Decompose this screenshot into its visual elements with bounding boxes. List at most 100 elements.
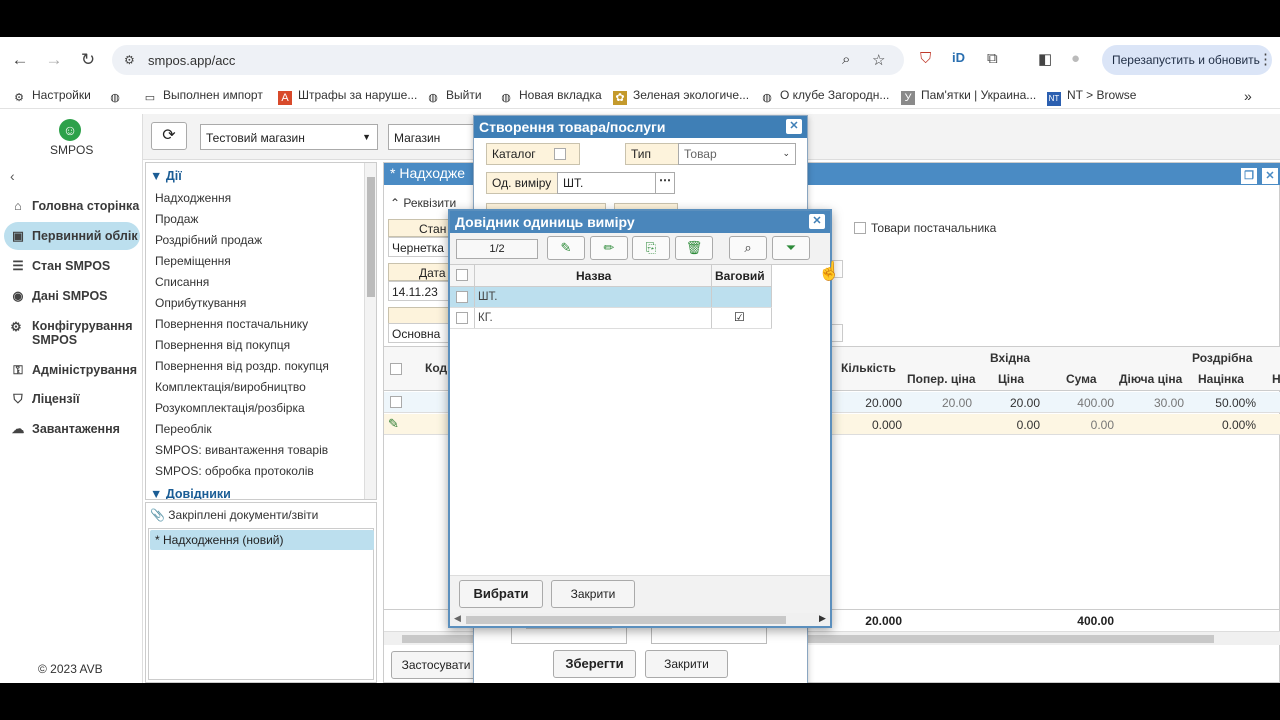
action-item[interactable]: Повернення від роздр. покупця [155, 359, 329, 373]
site-settings-icon[interactable]: ⚙ [124, 53, 135, 67]
close-icon[interactable]: ✕ [1262, 168, 1278, 184]
col-current-price[interactable]: Діюча ціна [1119, 372, 1182, 386]
bookmarks-overflow-icon[interactable]: » [1244, 88, 1252, 104]
zoom-icon[interactable]: ⌕ [842, 51, 850, 68]
select-all-checkbox[interactable] [456, 269, 468, 281]
actions-header[interactable]: ▼ Дії [150, 169, 182, 183]
search-icon[interactable]: ⌕ [729, 236, 767, 260]
requisites-toggle[interactable]: ⌃ Реквізити [390, 196, 456, 210]
unit-value[interactable]: ШТ. [557, 172, 657, 194]
bookmark-star-icon[interactable]: ☆ [872, 51, 885, 69]
action-item[interactable]: Переміщення [155, 254, 231, 268]
col-weighted[interactable]: Ваговий [715, 269, 765, 283]
nav-state[interactable]: ☰ Стан SMPOS [4, 252, 140, 280]
bookmark-import[interactable]: ▭ Выполнен импорт [143, 88, 263, 105]
scroll-thumb[interactable] [466, 616, 786, 624]
back-icon[interactable]: ← [10, 50, 30, 70]
col-name[interactable]: Назва [576, 269, 611, 283]
address-bar[interactable]: ⚙ smpos.app/acc ⌕ ☆ [112, 45, 904, 75]
actions-scrollbar[interactable] [364, 163, 376, 499]
extensions-puzzle-icon[interactable]: ⧉ [987, 50, 998, 67]
edit-icon[interactable]: ✏ [590, 236, 628, 260]
bookmark-new-tab[interactable]: ◍ Новая вкладка [499, 88, 602, 105]
close-icon[interactable]: ✕ [809, 214, 825, 229]
bookmark-nt[interactable]: NT NT > Browse [1047, 88, 1136, 106]
store-field[interactable]: Магазин [388, 124, 478, 150]
catalog-checkbox[interactable] [554, 148, 566, 160]
supplier-goods-checkbox[interactable]: Товари постачальника [854, 221, 996, 235]
scroll-thumb[interactable] [367, 177, 375, 297]
store-select[interactable]: Тестовий магазин ▼ [200, 124, 378, 150]
row-checkbox[interactable] [456, 291, 468, 303]
close-icon[interactable]: ✕ [786, 119, 802, 134]
magic-wand-icon[interactable]: ✎ [547, 236, 585, 260]
action-item[interactable]: Списання [155, 275, 209, 289]
nav-primary-accounting[interactable]: ▣ Первинний облік [4, 222, 140, 250]
bookmark-logout[interactable]: ◍ Выйти [426, 88, 481, 105]
col-sum[interactable]: Сума [1066, 372, 1097, 386]
action-item[interactable]: Переоблік [155, 422, 212, 436]
scroll-right-icon[interactable]: ▶ [819, 613, 826, 624]
units-hscrollbar[interactable]: ◀ ▶ [450, 613, 830, 626]
action-item[interactable]: Повернення від покупця [155, 338, 290, 352]
extension-shield-icon[interactable]: ⛉ [920, 50, 931, 67]
col-qty[interactable]: Кількість [841, 361, 896, 375]
bookmark-pamyatky[interactable]: У Пам'ятки | Украина... [901, 88, 1036, 105]
forward-icon[interactable]: → [44, 50, 64, 70]
nav-home[interactable]: ⌂ Головна сторінка [4, 192, 140, 220]
bookmark-fines[interactable]: A Штрафы за наруше... [278, 88, 417, 105]
profile-avatar-icon[interactable]: ● [1071, 50, 1080, 67]
nav-data[interactable]: ◉ Дані SMPOS [4, 282, 140, 310]
bookmark-club[interactable]: ◍ О клубе Загородн... [760, 88, 889, 105]
reload-icon[interactable]: ↻ [78, 50, 98, 70]
extension-id-icon[interactable]: iD [952, 50, 965, 65]
action-item[interactable]: Надходження [155, 191, 231, 205]
action-item[interactable]: Оприбуткування [155, 296, 246, 310]
row-checkbox[interactable] [390, 396, 402, 408]
apply-button[interactable]: Застосувати [391, 651, 481, 679]
trash-icon[interactable]: 🗑 [675, 236, 713, 260]
nav-licenses[interactable]: ⛉ Ліцензії [4, 385, 140, 413]
nav-admin[interactable]: ⚿ Адміністрування [4, 356, 140, 384]
close-button[interactable]: Закрити [551, 580, 635, 608]
col-code[interactable]: Код [425, 361, 447, 375]
unit-lookup-button[interactable]: ⋯ [655, 172, 675, 194]
menu-kebab-icon[interactable]: ⋮ [1258, 50, 1273, 68]
bookmark-globe[interactable]: ◍ [108, 88, 128, 105]
collapse-nav-icon[interactable]: ‹ [10, 168, 15, 184]
col-price[interactable]: Ціна [998, 372, 1024, 386]
action-item[interactable]: Повернення постачальнику [155, 317, 308, 331]
side-panel-icon[interactable]: ◧ [1038, 50, 1052, 68]
restart-update-button[interactable]: Перезапустить и обновить [1102, 45, 1272, 75]
action-item[interactable]: Комплектація/виробництво [155, 380, 306, 394]
col-prev-price[interactable]: Попер. ціна [907, 372, 976, 386]
col-extra[interactable]: Но [1272, 372, 1280, 386]
save-button[interactable]: Зберегти [553, 650, 636, 678]
nav-downloads[interactable]: ☁ Завантаження [4, 415, 140, 443]
restore-window-icon[interactable]: ❐ [1241, 168, 1257, 184]
checkbox[interactable] [854, 222, 866, 234]
directories-header[interactable]: ▼ Довідники [150, 487, 231, 499]
nav-config[interactable]: ⚙ Конфігурування SMPOS [4, 312, 140, 347]
scroll-left-icon[interactable]: ◀ [454, 613, 461, 624]
type-select[interactable]: Товар ⌄ [678, 143, 796, 165]
action-item[interactable]: SMPOS: обробка протоколів [155, 464, 314, 478]
action-item[interactable]: Роздрібний продаж [155, 233, 262, 247]
choose-button[interactable]: Вибрати [459, 580, 543, 608]
copy-icon[interactable]: ⎘ [632, 236, 670, 260]
refresh-button[interactable]: ⟳ [151, 122, 187, 150]
action-item[interactable]: SMPOS: вивантаження товарів [155, 443, 328, 457]
bookmark-green[interactable]: ✿ Зеленая экологиче... [613, 88, 749, 105]
col-markup[interactable]: Націнка [1198, 372, 1244, 386]
action-item[interactable]: Розукомплектація/розбірка [155, 401, 305, 415]
app-logo[interactable]: ☺ SMPOS [50, 119, 93, 157]
attached-item[interactable]: * Надходження (новий) [150, 530, 374, 550]
select-all-checkbox[interactable] [390, 363, 402, 375]
close-button[interactable]: Закрити [645, 650, 728, 678]
table-row[interactable]: КГ. ☑ [450, 308, 772, 329]
action-item[interactable]: Продаж [155, 212, 198, 226]
bookmark-settings[interactable]: ⚙ Настройки [12, 88, 91, 105]
table-row[interactable]: ШТ. [450, 287, 772, 308]
edit-pencil-icon[interactable]: ✎ [388, 416, 399, 432]
filter-icon[interactable]: ⏷ [772, 236, 810, 260]
